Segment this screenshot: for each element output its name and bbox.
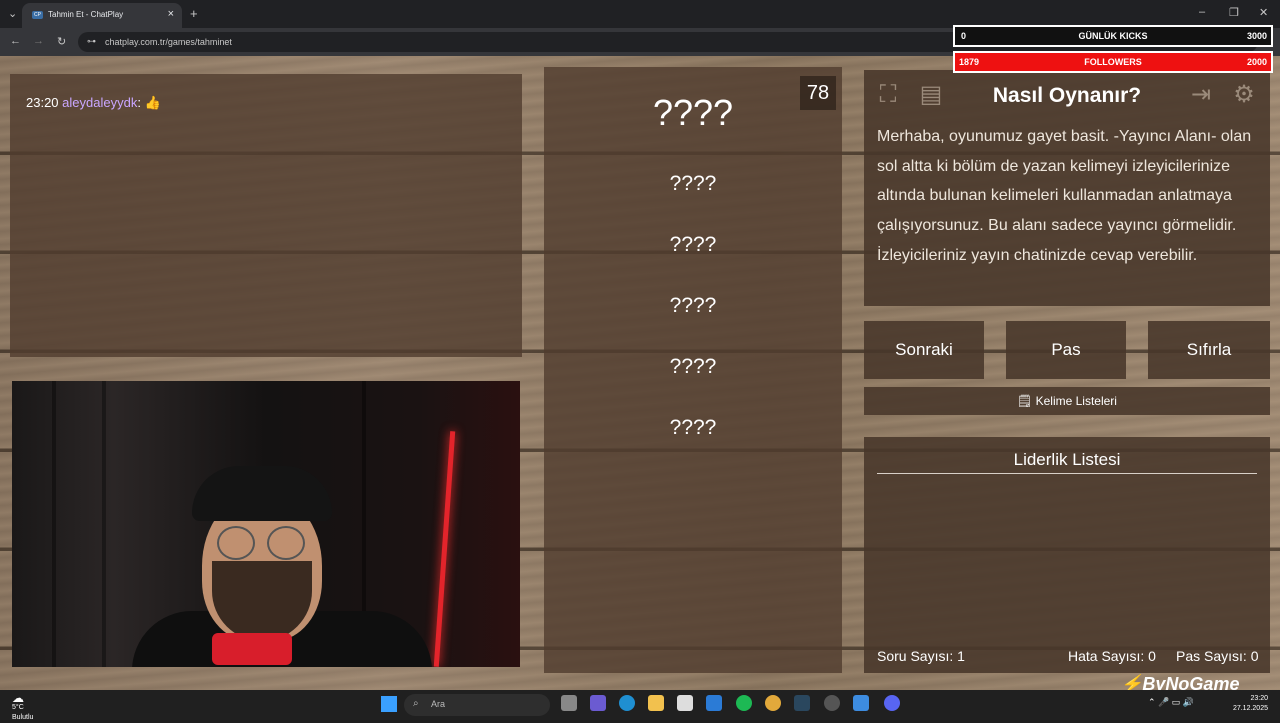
weather-widget[interactable]: ☁ 5°C Bulutlu [12,691,34,723]
howto-title: Nasıl Oynanır? [992,84,1142,107]
followers-label: FOLLOWERS [1084,57,1142,67]
forbidden-word: ???? [669,294,717,317]
forward-icon[interactable]: → [33,35,44,47]
task-view-icon[interactable] [561,695,577,711]
forbidden-word: ???? [669,355,717,378]
pass-button[interactable]: Pas [1006,321,1126,379]
chat-panel [10,74,522,357]
main-word: ???? [652,92,734,133]
app-icon[interactable] [853,695,869,711]
minimize-icon[interactable]: – [1199,6,1205,18]
steam-icon[interactable] [794,695,810,711]
reload-icon[interactable]: ↻ [57,35,66,48]
chrome-icon[interactable] [765,695,781,711]
exit-icon[interactable]: ⇥ [1186,80,1216,110]
forbidden-word: ???? [669,172,717,195]
edge-icon[interactable] [619,695,635,711]
site-info-icon[interactable]: ⊶ [87,36,96,47]
mail-icon[interactable] [706,695,722,711]
favicon-icon: CP [32,11,43,19]
kicks-goal: 3000 [1246,31,1267,41]
pass-count: Pas Sayısı: 0 [1176,648,1259,664]
back-icon[interactable]: ← [10,35,21,47]
settings-icon[interactable]: ⚙ [1229,80,1259,110]
kicks-label: GÜNLÜK KICKS [1078,31,1148,41]
question-count: Soru Sayısı: 1 [877,648,965,664]
tray-icons[interactable]: ⌃ 🎤 ▭ 🔊 [1148,697,1194,708]
spotify-icon[interactable] [736,695,752,711]
clock-time: 23:20 [1250,695,1268,702]
browser-tab[interactable]: CP Tahmin Et - ChatPlay × [22,3,182,28]
store-icon[interactable] [677,695,693,711]
url-text: chatplay.com.tr/games/tahminet [105,37,232,47]
taskbar-search[interactable]: ⌕ Ara [404,694,550,716]
chat-username: aleydaleyydk [62,95,138,110]
notes-icon[interactable]: ▤ [916,80,946,110]
webcam-feed [12,381,520,667]
chat-message: 23:20 aleydaleyydk: 👍 [26,95,161,110]
taskbar-clock[interactable]: 23:20 27.12.2025 [1226,694,1268,714]
copilot-icon[interactable] [590,695,606,711]
error-count: Hata Sayısı: 0 [1068,648,1156,664]
clock-date: 27.12.2025 [1232,705,1268,712]
discord-icon[interactable] [884,695,900,711]
word-lists-button[interactable]: 🗒 Kelime Listeleri [864,387,1270,415]
file-explorer-icon[interactable] [648,695,664,711]
taskbar [0,690,1280,720]
followers-goal-bar: 1879 FOLLOWERS 2000 [953,51,1273,73]
fullscreen-icon[interactable]: ⛶ [873,80,903,110]
forbidden-word: ???? [669,416,717,439]
divider [877,473,1257,474]
reset-button[interactable]: Sıfırla [1148,321,1270,379]
list-icon: 🗒 [1017,394,1033,408]
new-tab-icon[interactable]: + [190,6,198,21]
restore-icon[interactable]: ❐ [1229,6,1239,19]
next-button[interactable]: Sonraki [864,321,984,379]
start-icon[interactable] [381,696,397,712]
forbidden-word: ???? [669,233,717,256]
word-lists-label: Kelime Listeleri [1035,394,1117,408]
followers-goal: 2000 [1246,57,1267,67]
cloud-icon: ☁ [12,691,24,705]
chat-time: 23:20 [26,95,59,110]
kicks-goal-bar: 0 GÜNLÜK KICKS 3000 [953,25,1273,47]
howto-text: Merhaba, oyunumuz gayet basit. -Yayıncı … [877,128,1252,264]
browser-tab-bar: ⌄ CP Tahmin Et - ChatPlay × + – ❐ ✕ [0,0,1280,28]
close-tab-icon[interactable]: × [168,8,174,20]
chat-text: 👍 [144,95,161,110]
tab-list-icon[interactable]: ⌄ [8,7,17,20]
close-window-icon[interactable]: ✕ [1259,6,1268,19]
search-icon: ⌕ [413,698,419,709]
search-placeholder: Ara [431,699,446,709]
tab-title: Tahmin Et - ChatPlay [48,10,124,19]
weather-desc: Bulutlu [12,714,34,721]
leaderboard-title: Liderlik Listesi [1013,450,1121,469]
obs-icon[interactable] [824,695,840,711]
